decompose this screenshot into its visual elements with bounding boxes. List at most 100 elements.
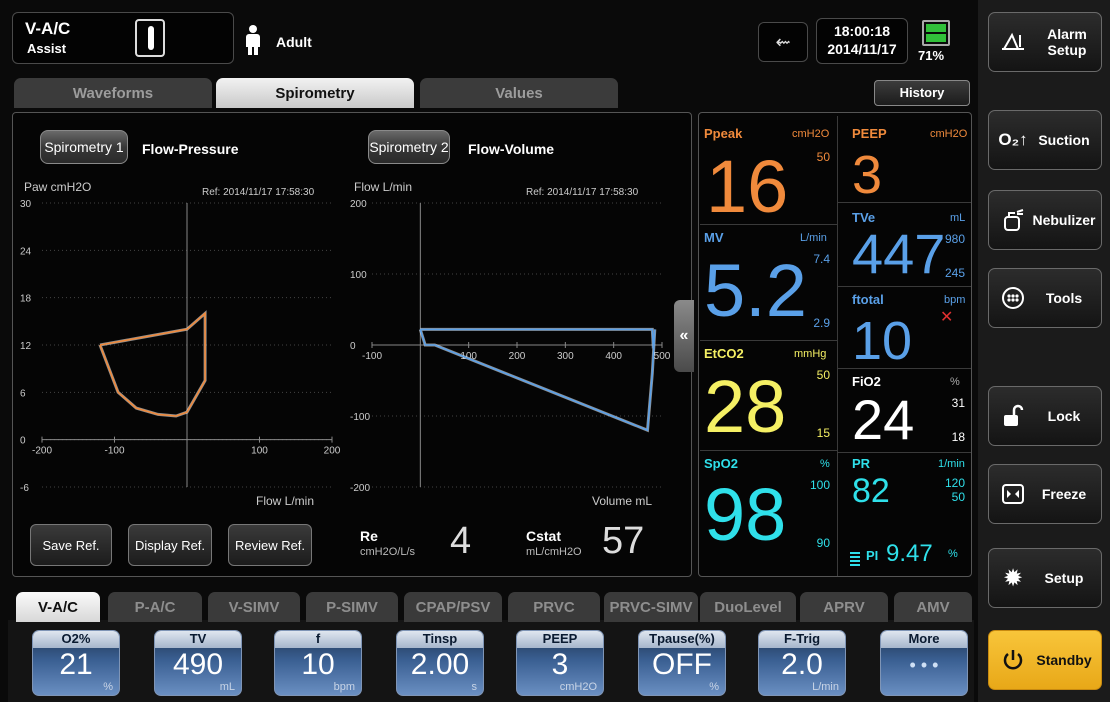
pr-low: 50 (951, 490, 965, 504)
tab-spirometry[interactable]: Spirometry (216, 78, 414, 108)
save-ref-button[interactable]: Save Ref. (30, 524, 112, 566)
pi-unit: % (948, 548, 958, 560)
spo2-label: SpO2 (704, 456, 738, 471)
param-tinsp[interactable]: Tinsp 2.00 s (396, 630, 484, 696)
param-tv[interactable]: TV 490 mL (154, 630, 242, 696)
etco2-label: EtCO2 (704, 346, 744, 361)
y-tick-label: -6 (20, 483, 29, 494)
param-tpause[interactable]: Tpause(%) OFF% (638, 630, 726, 696)
mode-tab-aprv[interactable]: APRV (800, 592, 888, 622)
display-ref-button[interactable]: Display Ref. (128, 524, 212, 566)
tab-waveforms[interactable]: Waveforms (14, 78, 212, 108)
review-ref-button[interactable]: Review Ref. (228, 524, 312, 566)
unlock-icon (999, 402, 1027, 430)
tools-button[interactable]: Tools (988, 268, 1102, 328)
param-peep[interactable]: PEEP 3 cmH2O (516, 630, 604, 696)
ppeak-value: 16 (706, 145, 789, 228)
fio2-value: 24 (852, 388, 915, 451)
param-more[interactable]: More • • • (880, 630, 968, 696)
pr-label: PR (852, 456, 871, 471)
loop1-y-label: Paw cmH2O (24, 180, 92, 194)
etco2-high: 50 (816, 368, 830, 382)
gear-icon: ✹ (1002, 564, 1024, 592)
tab-values[interactable]: Values (420, 78, 618, 108)
flow-pressure-loop: 30 24 18 12 6 0 -6 -200 -100 100 200 (20, 199, 341, 494)
param-o2[interactable]: O2% 21% (32, 630, 120, 696)
tve-unit: mL (950, 212, 966, 224)
pr-high: 120 (944, 476, 965, 490)
tve-value: 447 (852, 222, 946, 285)
clock-time: 18:00:18 (833, 23, 891, 39)
x-tick-label: 500 (654, 351, 671, 362)
history-button[interactable]: History (874, 80, 970, 106)
x-tick-label: 100 (251, 446, 268, 457)
fio2-label: FiO2 (852, 374, 881, 389)
battery-level: 71% (918, 48, 945, 63)
patient-type: Adult (276, 34, 312, 50)
ppeak-label: Ppeak (704, 126, 743, 141)
mv-label: MV (704, 230, 724, 245)
nebulizer-button[interactable]: Nebulizer (988, 190, 1102, 250)
alarm-off-icon: ✕ (940, 309, 954, 326)
mode-tab-cpap-psv[interactable]: CPAP/PSV (404, 592, 502, 622)
mode-tab-prvc-simv[interactable]: PRVC-SIMV (604, 592, 698, 622)
tools-grid-icon (999, 284, 1027, 312)
spirometry-2-type: Flow-Volume (468, 141, 555, 157)
trigger-label: Assist (27, 41, 67, 56)
spo2-high: 100 (809, 478, 830, 492)
mv-value: 5.2 (704, 249, 807, 332)
re-label: Re (360, 528, 378, 544)
mode-tab-prvc[interactable]: PRVC (508, 592, 600, 622)
freeze-button[interactable]: Freeze (988, 464, 1102, 524)
mode-tab-duolevel[interactable]: DuoLevel (700, 592, 796, 622)
peep-unit: cmH2O (930, 128, 968, 140)
y-tick-label: 30 (20, 199, 32, 210)
mv-unit: L/min (800, 232, 827, 244)
etco2-value: 28 (704, 365, 787, 448)
mode-tab-psimv[interactable]: P-SIMV (306, 592, 398, 622)
battery-icon (922, 20, 950, 46)
adult-icon (245, 25, 261, 55)
fio2-high: 31 (951, 396, 965, 410)
x-tick-label: -200 (32, 446, 52, 457)
peep-value: 3 (852, 145, 883, 205)
re-unit: cmH2O/L/s (360, 546, 416, 558)
suction-button[interactable]: O₂↑ Suction (988, 110, 1102, 170)
ftotal-unit: bpm (944, 294, 966, 306)
param-f[interactable]: f 10 bpm (274, 630, 362, 696)
etco2-unit: mmHg (794, 348, 827, 360)
pr-value: 82 (852, 472, 890, 510)
mode-indicator[interactable]: V-A/C Assist (12, 12, 234, 64)
loop2-x-label: Volume mL (592, 494, 653, 508)
alarm-setup-button[interactable]: Alarm Setup (988, 12, 1102, 72)
pr-unit: 1/min (938, 458, 965, 470)
standby-button[interactable]: Standby (988, 630, 1102, 690)
mode-label: V-A/C (25, 19, 71, 38)
peep-label: PEEP (852, 126, 887, 141)
mode-tab-amv[interactable]: AMV (894, 592, 972, 622)
mode-tab-vsimv[interactable]: V-SIMV (208, 592, 300, 622)
setup-button[interactable]: ✹ Setup (988, 548, 1102, 608)
x-tick-label: 200 (324, 446, 341, 457)
mode-tab-vac[interactable]: V-A/C (16, 592, 100, 622)
lock-button[interactable]: Lock (988, 386, 1102, 446)
spirometry-1-button[interactable]: Spirometry 1 (40, 130, 128, 164)
fio2-unit: % (950, 376, 960, 388)
spo2-unit: % (820, 458, 830, 470)
perfusion-bar-icon (850, 552, 860, 566)
y-tick-label: 0 (350, 341, 356, 352)
mode-tab-pac[interactable]: P-A/C (108, 592, 202, 622)
spirometry-2-button[interactable]: Spirometry 2 (368, 130, 450, 164)
y-tick-label: 6 (20, 388, 26, 399)
re-value: 4 (450, 520, 472, 562)
reference-loop-line (98, 310, 207, 418)
double-chevron-left-icon: « (679, 327, 689, 344)
ftotal-label: ftotal (852, 292, 884, 307)
ftotal-value: 10 (852, 311, 913, 371)
alarm-bell-icon (999, 28, 1027, 56)
collapse-panel-button[interactable]: « (674, 300, 694, 372)
y-tick-label: 100 (350, 270, 367, 281)
ppeak-unit: cmH2O (792, 128, 830, 140)
freeze-icon (999, 480, 1027, 508)
param-ftrig[interactable]: F-Trig 2.0 L/min (758, 630, 846, 696)
